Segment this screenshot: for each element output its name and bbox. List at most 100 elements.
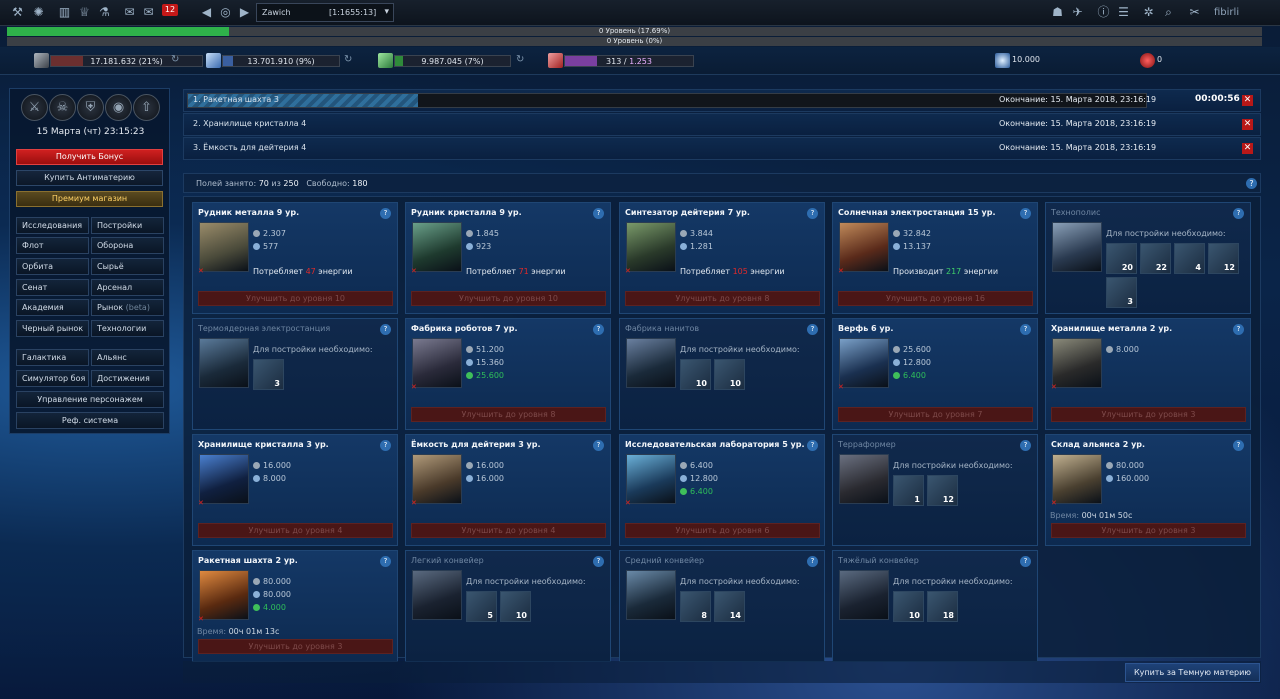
requirement-tech-icon[interactable]: 12 (927, 475, 958, 506)
building-title[interactable]: Технополис (1051, 208, 1101, 217)
wrench-icon[interactable]: ⚒ (10, 5, 25, 20)
help-icon[interactable]: ? (593, 324, 604, 335)
help-icon[interactable]: ? (807, 440, 818, 451)
requirement-tech-icon[interactable]: 22 (1140, 243, 1171, 274)
upgrade-button[interactable]: Улучшить до уровня 4 (198, 523, 393, 538)
building-title[interactable]: Легкий конвейер (411, 556, 484, 565)
planet-select[interactable]: Zawich [1:1655:13] ▾ (256, 3, 394, 22)
refresh-icon[interactable]: ↻ (171, 54, 179, 65)
chat-icon[interactable]: ✉ (122, 5, 137, 20)
requirement-tech-icon[interactable]: 10 (893, 591, 924, 622)
building-title[interactable]: Рудник металла 9 ур. (198, 208, 299, 217)
help-icon[interactable]: ? (380, 440, 391, 451)
building-image[interactable] (1052, 338, 1102, 388)
building-title[interactable]: Средний конвейер (625, 556, 704, 565)
nav-alliance[interactable]: Альянс (91, 349, 164, 366)
help-icon[interactable]: ? (593, 556, 604, 567)
building-image[interactable] (626, 338, 676, 388)
nav-orbit[interactable]: Орбита (16, 258, 89, 275)
building-image[interactable] (626, 454, 676, 504)
username[interactable]: fibirli (1214, 7, 1239, 18)
building-title[interactable]: Фабрика нанитов (625, 324, 699, 333)
upgrade-button[interactable]: Улучшить до уровня 3 (1051, 523, 1246, 538)
upgrade-button[interactable]: Улучшить до уровня 10 (198, 291, 393, 306)
skull-icon[interactable]: ☠ (49, 94, 76, 121)
help-icon[interactable]: ? (1020, 208, 1031, 219)
building-image[interactable] (839, 454, 889, 504)
help-icon[interactable]: ? (807, 324, 818, 335)
shield-icon[interactable]: ⛨ (77, 94, 104, 121)
upgrade-button[interactable]: Улучшить до уровня 8 (411, 407, 606, 422)
building-title[interactable]: Ракетная шахта 2 ур. (198, 556, 298, 565)
rocket-icon[interactable]: ⇧ (133, 94, 160, 121)
building-title[interactable]: Ёмкость для дейтерия 3 ур. (411, 440, 541, 449)
building-title[interactable]: Солнечная электростанция 15 ур. (838, 208, 996, 217)
help-icon[interactable]: ? (1233, 324, 1244, 335)
help-icon[interactable]: ? (593, 208, 604, 219)
nav-senate[interactable]: Сенат (16, 279, 89, 296)
requirement-tech-icon[interactable]: 14 (714, 591, 745, 622)
nav-achievements[interactable]: Достижения (91, 370, 164, 387)
building-image[interactable] (412, 570, 462, 620)
building-image[interactable] (412, 338, 462, 388)
requirement-tech-icon[interactable]: 10 (680, 359, 711, 390)
requirement-tech-icon[interactable]: 3 (1106, 277, 1137, 308)
upgrade-button[interactable]: Улучшить до уровня 4 (411, 523, 606, 538)
prev-planet-icon[interactable]: ◀ (199, 5, 214, 20)
requirement-tech-icon[interactable]: 4 (1174, 243, 1205, 274)
sword-icon[interactable]: ⚔ (21, 94, 48, 121)
nav-technologies[interactable]: Технологии (91, 320, 164, 337)
building-title[interactable]: Рудник кристалла 9 ур. (411, 208, 522, 217)
nav-market[interactable]: Рынок (beta) (91, 299, 164, 316)
flask-icon[interactable]: ⚗ (97, 5, 112, 20)
nav-character[interactable]: Управление персонажем (16, 391, 164, 408)
nav-fleet[interactable]: Флот (16, 237, 89, 254)
info-icon[interactable]: ⓘ (1096, 5, 1111, 20)
upgrade-button[interactable]: Улучшить до уровня 3 (1051, 407, 1246, 422)
building-image[interactable] (199, 222, 249, 272)
help-icon[interactable]: ? (1020, 556, 1031, 567)
building-image[interactable] (839, 570, 889, 620)
help-icon[interactable]: ? (593, 440, 604, 451)
upgrade-button[interactable]: Улучшить до уровня 10 (411, 291, 606, 306)
alliance-icon[interactable]: ☗ (1050, 5, 1065, 20)
refresh-icon[interactable]: ↻ (344, 54, 352, 65)
building-title[interactable]: Термоядерная электростанция (198, 324, 330, 333)
nav-raw[interactable]: Сырьё (91, 258, 164, 275)
building-title[interactable]: Хранилище кристалла 3 ур. (198, 440, 329, 449)
cancel-icon[interactable]: ✕ (1242, 119, 1253, 130)
requirement-tech-icon[interactable]: 20 (1106, 243, 1137, 274)
building-title[interactable]: Склад альянса 2 ур. (1051, 440, 1145, 449)
building-image[interactable] (626, 222, 676, 272)
upgrade-button[interactable]: Улучшить до уровня 16 (838, 291, 1033, 306)
help-icon[interactable]: ? (807, 208, 818, 219)
help-icon[interactable]: ? (1233, 440, 1244, 451)
building-image[interactable] (1052, 222, 1102, 272)
requirement-tech-icon[interactable]: 10 (500, 591, 531, 622)
nav-arsenal[interactable]: Арсенал (91, 279, 164, 296)
upgrade-button[interactable]: Улучшить до уровня 7 (838, 407, 1033, 422)
fleet-icon[interactable]: ✈ (1070, 5, 1085, 20)
requirement-tech-icon[interactable]: 1 (893, 475, 924, 506)
tools-icon[interactable]: ✂ (1187, 5, 1202, 20)
cancel-icon[interactable]: ✕ (1242, 95, 1253, 106)
premium-shop-button[interactable]: Премиум магазин (16, 191, 163, 207)
building-image[interactable] (1052, 454, 1102, 504)
requirement-tech-icon[interactable]: 3 (253, 359, 284, 390)
upgrade-button[interactable]: Улучшить до уровня 6 (625, 523, 820, 538)
help-icon[interactable]: ? (1020, 440, 1031, 451)
help-icon[interactable]: ? (380, 556, 391, 567)
settings-icon[interactable]: ✲ (1141, 5, 1156, 20)
building-title[interactable]: Фабрика роботов 7 ур. (411, 324, 517, 333)
message-count-badge[interactable]: 12 (162, 4, 178, 16)
nav-defense[interactable]: Оборона (91, 237, 164, 254)
building-title[interactable]: Исследовательская лаборатория 5 ур. (625, 440, 805, 449)
buy-antimatter-button[interactable]: Купить Антиматерию (16, 170, 163, 186)
chart-icon[interactable]: ▥ (57, 5, 72, 20)
nav-referral[interactable]: Реф. система (16, 412, 164, 429)
eye-icon[interactable]: ◉ (105, 94, 132, 121)
building-title[interactable]: Тяжёлый конвейер (838, 556, 919, 565)
next-planet-icon[interactable]: ▶ (237, 5, 252, 20)
upgrade-button[interactable]: Улучшить до уровня 3 (198, 639, 393, 654)
building-title[interactable]: Терраформер (838, 440, 896, 449)
